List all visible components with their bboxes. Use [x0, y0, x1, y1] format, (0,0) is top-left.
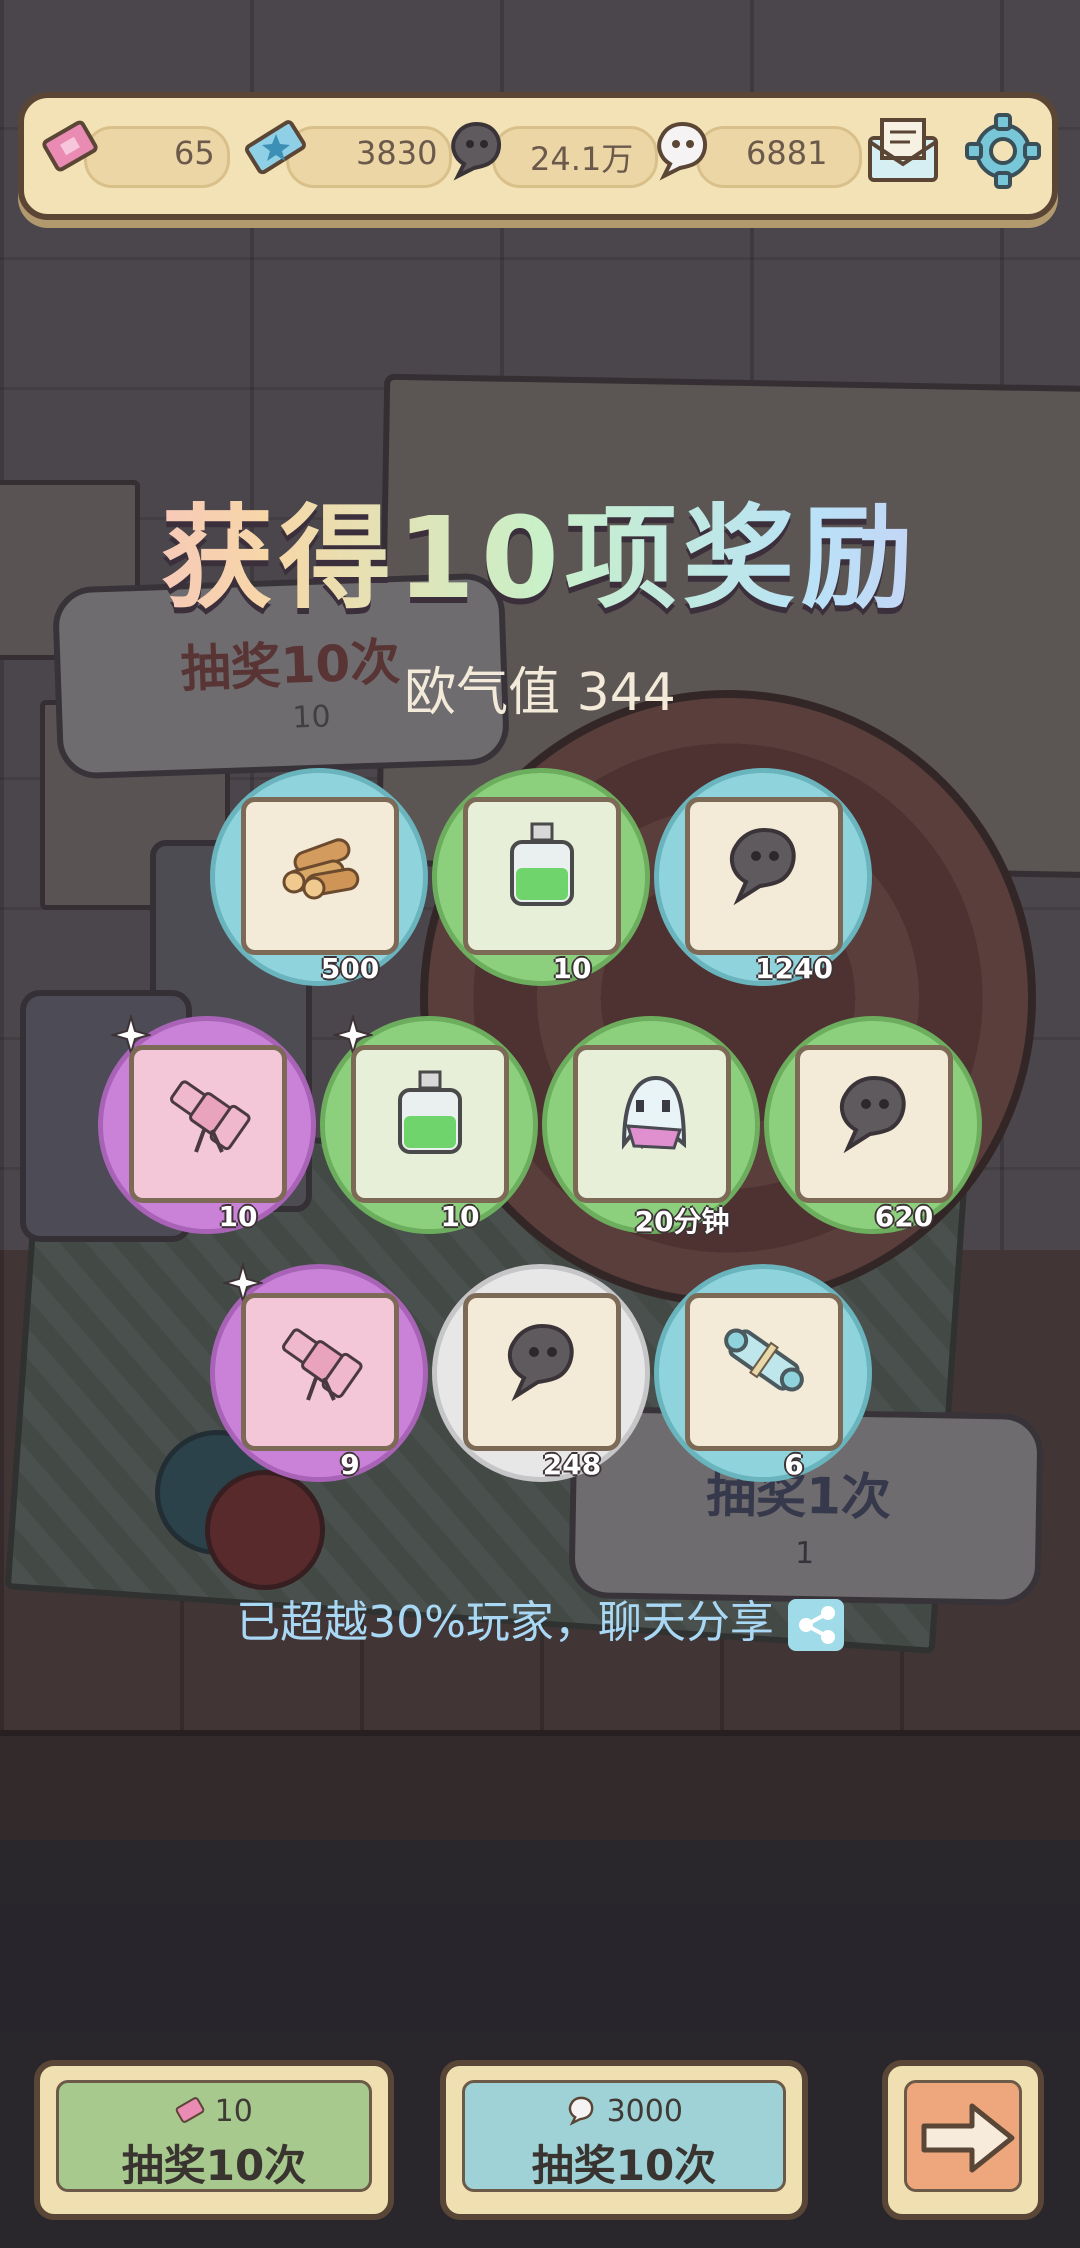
- reward-count: 620: [874, 1200, 934, 1233]
- reward-item[interactable]: 10: [98, 1015, 316, 1234]
- reward-count: 1240: [755, 952, 833, 985]
- popup-title: 获得10项奖励: [0, 468, 1080, 630]
- draw10-soul-cost: 3000: [606, 2094, 683, 2129]
- white-soul-icon: [657, 121, 707, 181]
- gear-icon[interactable]: [964, 112, 1042, 190]
- reward-card: 6: [685, 1293, 843, 1481]
- mail-icon[interactable]: [864, 114, 942, 188]
- share-icon[interactable]: [787, 1599, 844, 1651]
- reward-card: 10: [129, 1045, 287, 1233]
- dark-soul-icon: [507, 1323, 574, 1402]
- reward-item[interactable]: 1240: [654, 768, 872, 986]
- reward-item[interactable]: 10: [432, 768, 650, 986]
- reward-count: 6: [784, 1448, 804, 1481]
- reward-count: 10: [552, 952, 592, 985]
- reward-card: 248: [463, 1293, 621, 1481]
- star-ticket-count: 3830: [356, 134, 438, 172]
- green-potion-icon: [510, 822, 574, 906]
- reward-count: 9: [340, 1448, 360, 1481]
- scroll-icon: [724, 1328, 804, 1392]
- reward-count: 10: [218, 1200, 258, 1233]
- dark-soul-icon: [839, 1075, 906, 1154]
- reward-count: 20分钟: [634, 1205, 730, 1238]
- lottery-ticket-count: 65: [174, 134, 215, 172]
- reward-count: 248: [542, 1448, 602, 1481]
- reward-card: 620: [795, 1045, 953, 1233]
- draw10-soul-label: 抽奖10次: [531, 2141, 717, 2190]
- share-row[interactable]: 已超越30%玩家，聊天分享: [0, 1586, 1080, 1651]
- reward-item[interactable]: 620: [764, 1016, 982, 1234]
- button-cost: 3000: [446, 2094, 802, 2129]
- draw10-ticket-label: 抽奖10次: [121, 2141, 307, 2190]
- reward-card: 10: [351, 1045, 509, 1233]
- reward-item[interactable]: 248: [432, 1264, 650, 1482]
- share-text: 已超越30%玩家，聊天分享: [236, 1597, 774, 1648]
- draw10-soul-button[interactable]: 3000 抽奖10次: [440, 2060, 808, 2220]
- reward-count: 500: [320, 952, 380, 985]
- reward-card: 20分钟: [573, 1045, 731, 1238]
- reward-count: 10: [440, 1200, 480, 1233]
- luck-value: 欧气值 344: [404, 663, 676, 723]
- pink-telescope-icon: [282, 1328, 363, 1401]
- dark-soul-icon: [729, 827, 796, 906]
- resource-bar: 65 3830 24.1万 6881: [18, 92, 1058, 220]
- dark-soul-icon: [451, 121, 501, 181]
- green-potion-icon: [398, 1070, 462, 1154]
- dark-soul-count: 24.1万: [530, 140, 634, 178]
- pink-telescope-icon: [170, 1080, 251, 1153]
- ghost-cloak-icon: [621, 1075, 687, 1150]
- arrow-right-icon: [921, 2103, 1015, 2173]
- draw10-ticket-cost: 10: [214, 2094, 253, 2129]
- next-button[interactable]: [882, 2060, 1044, 2220]
- button-cost: 10: [40, 2094, 388, 2129]
- pink-ticket-icon: [175, 2097, 205, 2123]
- reward-item[interactable]: 20分钟: [542, 1016, 760, 1238]
- reward-item[interactable]: 6: [654, 1264, 872, 1482]
- reward-card: 1240: [685, 797, 843, 985]
- reward-item[interactable]: 500: [210, 768, 428, 986]
- star-ticket-icon: [244, 120, 306, 175]
- reward-card: 10: [463, 797, 621, 985]
- white-soul-count: 6881: [746, 134, 828, 172]
- reward-item[interactable]: 9: [210, 1263, 428, 1482]
- pink-ticket-icon: [42, 120, 98, 172]
- reward-item[interactable]: 10: [320, 1015, 538, 1234]
- wood-logs-icon: [282, 838, 360, 900]
- draw10-ticket-button[interactable]: 10 抽奖10次: [34, 2060, 394, 2220]
- reward-card: 9: [241, 1293, 399, 1481]
- reward-card: 500: [241, 797, 399, 985]
- white-soul-icon: [568, 2096, 594, 2126]
